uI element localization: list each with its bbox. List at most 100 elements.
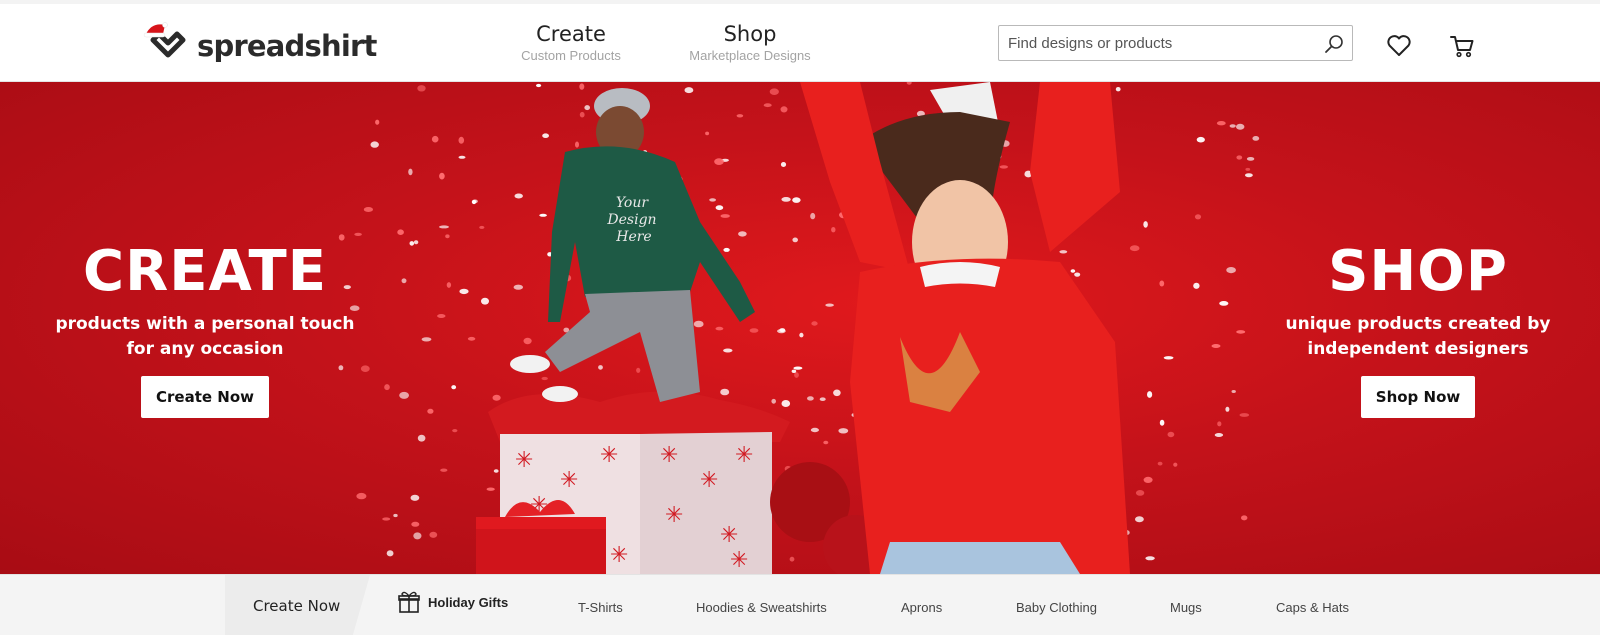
gift-icon: [398, 591, 420, 613]
wishlist-button[interactable]: [1384, 32, 1414, 60]
hero-shop-subtitle-line2: independent designers: [1307, 339, 1529, 359]
category-t-shirts[interactable]: T-Shirts: [578, 600, 623, 615]
confetti-piece: [1241, 515, 1248, 521]
confetti-piece: [437, 314, 446, 318]
confetti-piece: [452, 429, 458, 433]
confetti-piece: [541, 376, 548, 381]
confetti-piece: [1157, 461, 1163, 466]
confetti-piece: [831, 227, 836, 233]
confetti-piece: [807, 396, 814, 401]
confetti-piece: [1147, 391, 1153, 398]
confetti-piece: [833, 389, 841, 397]
confetti-piece: [539, 213, 547, 217]
category-mugs[interactable]: Mugs: [1170, 600, 1202, 615]
confetti-piece: [431, 135, 439, 143]
logo-text: spreadshirt: [197, 29, 377, 63]
create-now-button[interactable]: Create Now: [141, 376, 269, 418]
svg-text:✳: ✳: [600, 443, 618, 468]
confetti-piece: [440, 468, 448, 472]
confetti-piece: [780, 162, 787, 167]
search-icon: [1325, 35, 1343, 53]
confetti-piece: [825, 303, 834, 307]
confetti-piece: [715, 326, 724, 331]
confetti-piece: [375, 119, 380, 125]
confetti-piece: [636, 367, 641, 373]
nav-shop[interactable]: Shop Marketplace Designs: [684, 22, 816, 63]
confetti-piece: [536, 83, 542, 88]
svg-text:✳: ✳: [515, 448, 533, 473]
hero-create-panel: CREATE products with a personal touch fo…: [40, 242, 370, 418]
confetti-piece: [1216, 121, 1226, 126]
confetti-piece: [799, 332, 804, 338]
confetti-piece: [709, 198, 716, 202]
confetti-piece: [427, 408, 434, 414]
confetti-piece: [1135, 490, 1145, 496]
svg-text:✳: ✳: [660, 443, 678, 468]
nav-create[interactable]: Create Custom Products: [512, 22, 630, 63]
search-button[interactable]: [1322, 32, 1346, 56]
cart-button[interactable]: [1447, 32, 1477, 60]
confetti-piece: [1159, 419, 1165, 426]
confetti-piece: [439, 225, 449, 229]
confetti-piece: [1236, 123, 1245, 130]
category-baby-clothing[interactable]: Baby Clothing: [1016, 600, 1097, 615]
confetti-piece: [579, 83, 585, 90]
confetti-piece: [486, 487, 495, 491]
confetti-piece: [1229, 124, 1236, 128]
confetti-piece: [338, 234, 345, 241]
category-holiday-gifts[interactable]: Holiday Gifts: [398, 591, 508, 613]
confetti-piece: [789, 556, 795, 562]
confetti-piece: [819, 397, 826, 402]
confetti-piece: [493, 469, 499, 473]
confetti-piece: [1145, 556, 1155, 561]
heart-icon: [1387, 35, 1411, 56]
confetti-piece: [1135, 516, 1144, 523]
confetti-piece: [1163, 356, 1174, 360]
category-holiday-gifts-label: Holiday Gifts: [428, 594, 509, 610]
hero-shop-subtitle: unique products created by independent d…: [1268, 312, 1568, 362]
svg-text:✳: ✳: [735, 443, 753, 468]
confetti-piece: [409, 241, 415, 246]
category-aprons[interactable]: Aprons: [901, 600, 942, 615]
confetti-piece: [1074, 272, 1081, 277]
confetti-piece: [1225, 406, 1230, 412]
confetti-piece: [458, 136, 465, 144]
confetti-piece: [410, 494, 420, 501]
confetti-piece: [723, 247, 730, 252]
confetti-piece: [523, 337, 532, 345]
confetti-piece: [514, 193, 523, 199]
spreadshirt-logo[interactable]: spreadshirt: [143, 22, 377, 66]
confetti-piece: [513, 284, 523, 290]
confetti-piece: [1196, 136, 1205, 143]
confetti-piece: [1143, 221, 1148, 228]
confetti-piece: [382, 517, 391, 521]
confetti-piece: [1217, 421, 1222, 427]
hero-create-title: CREATE: [83, 239, 327, 304]
confetti-piece: [542, 133, 549, 138]
confetti-piece: [792, 237, 798, 243]
confetti-piece: [738, 231, 747, 237]
category-create-now[interactable]: Create Now: [253, 597, 340, 615]
svg-text:✳: ✳: [665, 503, 683, 528]
shop-now-button[interactable]: Shop Now: [1360, 376, 1476, 418]
confetti-piece: [413, 532, 422, 540]
hero-shop-panel: SHOP unique products created by independ…: [1268, 242, 1568, 418]
confetti-piece: [356, 492, 367, 500]
confetti-piece: [705, 131, 710, 136]
confetti-piece: [1219, 301, 1229, 306]
confetti-piece: [1214, 433, 1224, 437]
confetti-piece: [451, 385, 457, 390]
category-hoodies-sweatshirts[interactable]: Hoodies & Sweatshirts: [696, 600, 827, 615]
confetti-piece: [749, 328, 759, 333]
confetti-piece: [370, 141, 379, 148]
confetti-piece: [413, 240, 419, 245]
svg-text:✳: ✳: [610, 543, 628, 568]
search-input[interactable]: [999, 26, 1309, 60]
confetti-piece: [397, 229, 404, 235]
confetti-piece: [684, 87, 694, 94]
category-caps-hats[interactable]: Caps & Hats: [1276, 600, 1349, 615]
confetti-piece: [906, 82, 912, 85]
confetti-piece: [1059, 250, 1068, 254]
confetti-piece: [763, 103, 772, 108]
confetti-piece: [780, 106, 788, 113]
